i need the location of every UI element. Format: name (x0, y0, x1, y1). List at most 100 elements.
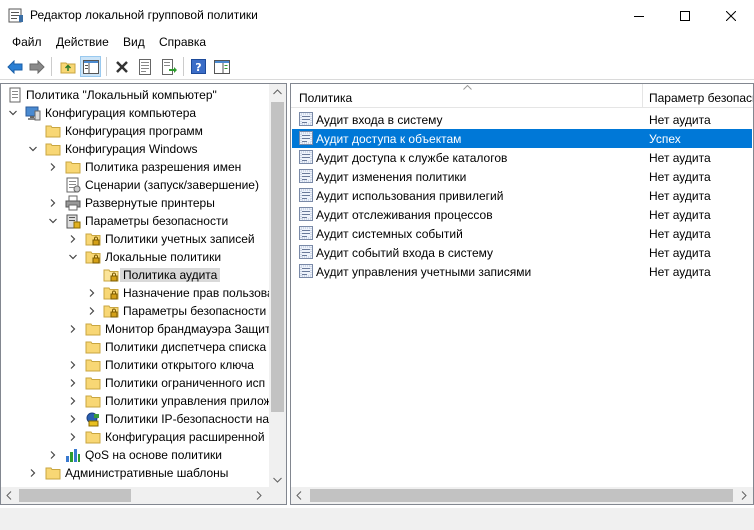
up-level-button[interactable] (57, 56, 78, 77)
policy-row[interactable]: Аудит изменения политики Нет аудита (292, 167, 752, 186)
list-horizontal-scrollbar[interactable] (291, 487, 753, 504)
column-divider[interactable] (642, 84, 643, 108)
tree-label: Конфигурация расширенной (105, 430, 265, 444)
policy-row[interactable]: Аудит системных событий Нет аудита (292, 224, 752, 243)
policy-document-icon (9, 87, 21, 103)
console-button[interactable] (211, 56, 232, 77)
properties-button[interactable] (134, 56, 155, 77)
tree-label: Политика "Локальный компьютер" (26, 88, 217, 102)
locked-folder-icon (103, 305, 119, 318)
folder-icon (45, 143, 61, 156)
tree-horizontal-scrollbar[interactable] (1, 487, 286, 504)
title-bar: Редактор локальной групповой политики (0, 0, 754, 31)
policy-name: Аудит управления учетными записями (316, 265, 532, 279)
column-header-policy[interactable]: Политика (299, 91, 352, 105)
tree-label: Параметры безопасности (85, 214, 229, 228)
tree-label: Политики IP-безопасности на (105, 412, 270, 426)
close-icon (726, 10, 736, 21)
delete-icon (115, 60, 128, 73)
console-tree[interactable]: Политика "Локальный компьютер" Конфигура… (0, 83, 287, 505)
open-locked-folder-icon (103, 269, 119, 282)
policy-setting-icon (299, 188, 313, 202)
tree-label: Развернутые принтеры (85, 196, 215, 210)
chevron-right-icon[interactable] (48, 162, 58, 172)
policy-list-view[interactable]: Политика Параметр безопасности Аудит вхо… (290, 83, 754, 505)
tree-label: Политика разрешения имен (85, 160, 242, 174)
printer-icon (65, 195, 81, 211)
folder-icon (85, 377, 101, 390)
export-list-button[interactable] (158, 56, 179, 77)
policy-row[interactable]: Аудит событий входа в систему Нет аудита (292, 243, 752, 262)
policy-setting-icon (299, 245, 313, 259)
chevron-right-icon[interactable] (48, 198, 58, 208)
chevron-right-icon[interactable] (68, 360, 78, 370)
policy-editor-icon (8, 8, 23, 23)
policy-setting-value: Успех (649, 132, 681, 146)
policy-row[interactable]: Аудит управления учетными записями Нет ау… (292, 262, 752, 281)
folder-icon (85, 323, 101, 336)
tree-vertical-scrollbar[interactable] (269, 84, 286, 488)
toolbar-separator (51, 57, 52, 76)
tree-label: Политики диспетчера списка (105, 340, 267, 354)
policy-setting-icon (299, 169, 313, 183)
folder-icon (45, 467, 61, 480)
help-icon: ? (191, 59, 206, 74)
menu-file[interactable]: Файл (12, 35, 42, 49)
maximize-button[interactable] (662, 0, 708, 31)
chevron-right-icon[interactable] (48, 450, 58, 460)
toolbar: ? (0, 53, 754, 80)
policy-row[interactable]: Аудит входа в систему Нет аудита (292, 110, 752, 129)
policy-setting-icon (299, 264, 313, 278)
policy-row[interactable]: Аудит доступа к объектам Успех (292, 129, 752, 148)
tree-label: Монитор брандмауэра Защит (105, 322, 271, 336)
delete-button[interactable] (111, 56, 132, 77)
scroll-right-arrow-icon[interactable] (256, 491, 262, 500)
tree-vertical-scroll-thumb[interactable] (271, 102, 284, 412)
chevron-right-icon[interactable] (68, 378, 78, 388)
chevron-down-icon[interactable] (8, 108, 18, 118)
policy-setting-icon (299, 112, 313, 126)
scroll-down-arrow-icon[interactable] (273, 477, 282, 483)
menu-help[interactable]: Справка (159, 35, 206, 49)
tree-label: Политики открытого ключа (105, 358, 254, 372)
back-button[interactable] (4, 56, 25, 77)
maximize-icon (680, 10, 690, 21)
chevron-down-icon[interactable] (28, 144, 38, 154)
scroll-up-arrow-icon[interactable] (273, 89, 282, 95)
scroll-left-arrow-icon[interactable] (6, 491, 12, 500)
column-header-setting[interactable]: Параметр безопасности (649, 91, 753, 105)
chevron-right-icon[interactable] (68, 396, 78, 406)
list-header: Политика Параметр безопасности (291, 84, 753, 108)
menu-action[interactable]: Действие (56, 35, 109, 49)
policy-setting-value: Нет аудита (649, 170, 711, 184)
folder-icon (45, 125, 61, 138)
chevron-right-icon[interactable] (68, 234, 78, 244)
chevron-right-icon[interactable] (68, 324, 78, 334)
export-icon (161, 58, 177, 75)
forward-button[interactable] (26, 56, 47, 77)
list-horizontal-scroll-thumb[interactable] (310, 489, 733, 502)
chevron-right-icon[interactable] (68, 414, 78, 424)
policy-name: Аудит отслеживания процессов (316, 208, 493, 222)
scroll-right-arrow-icon[interactable] (741, 491, 747, 500)
policy-row[interactable]: Аудит доступа к службе каталогов Нет ауди… (292, 148, 752, 167)
show-hide-tree-button[interactable] (80, 56, 101, 77)
sort-ascending-icon (463, 85, 472, 90)
tree-label: Политики управления прилож (105, 394, 272, 408)
chevron-right-icon[interactable] (68, 432, 78, 442)
close-button[interactable] (708, 0, 754, 31)
chevron-down-icon[interactable] (48, 216, 58, 226)
policy-row[interactable]: Аудит отслеживания процессов Нет аудита (292, 205, 752, 224)
chevron-down-icon[interactable] (68, 252, 78, 262)
minimize-button[interactable] (616, 0, 662, 31)
tree-label: Конфигурация Windows (65, 142, 198, 156)
scroll-left-arrow-icon[interactable] (296, 491, 302, 500)
menu-view[interactable]: Вид (123, 35, 145, 49)
policy-row[interactable]: Аудит использования привилегий Нет аудита (292, 186, 752, 205)
chevron-right-icon[interactable] (28, 468, 38, 478)
chevron-right-icon[interactable] (87, 288, 97, 298)
tree-horizontal-scroll-thumb[interactable] (19, 489, 131, 502)
chevron-right-icon[interactable] (87, 306, 97, 316)
help-button[interactable]: ? (188, 56, 209, 77)
folder-icon (85, 359, 101, 372)
